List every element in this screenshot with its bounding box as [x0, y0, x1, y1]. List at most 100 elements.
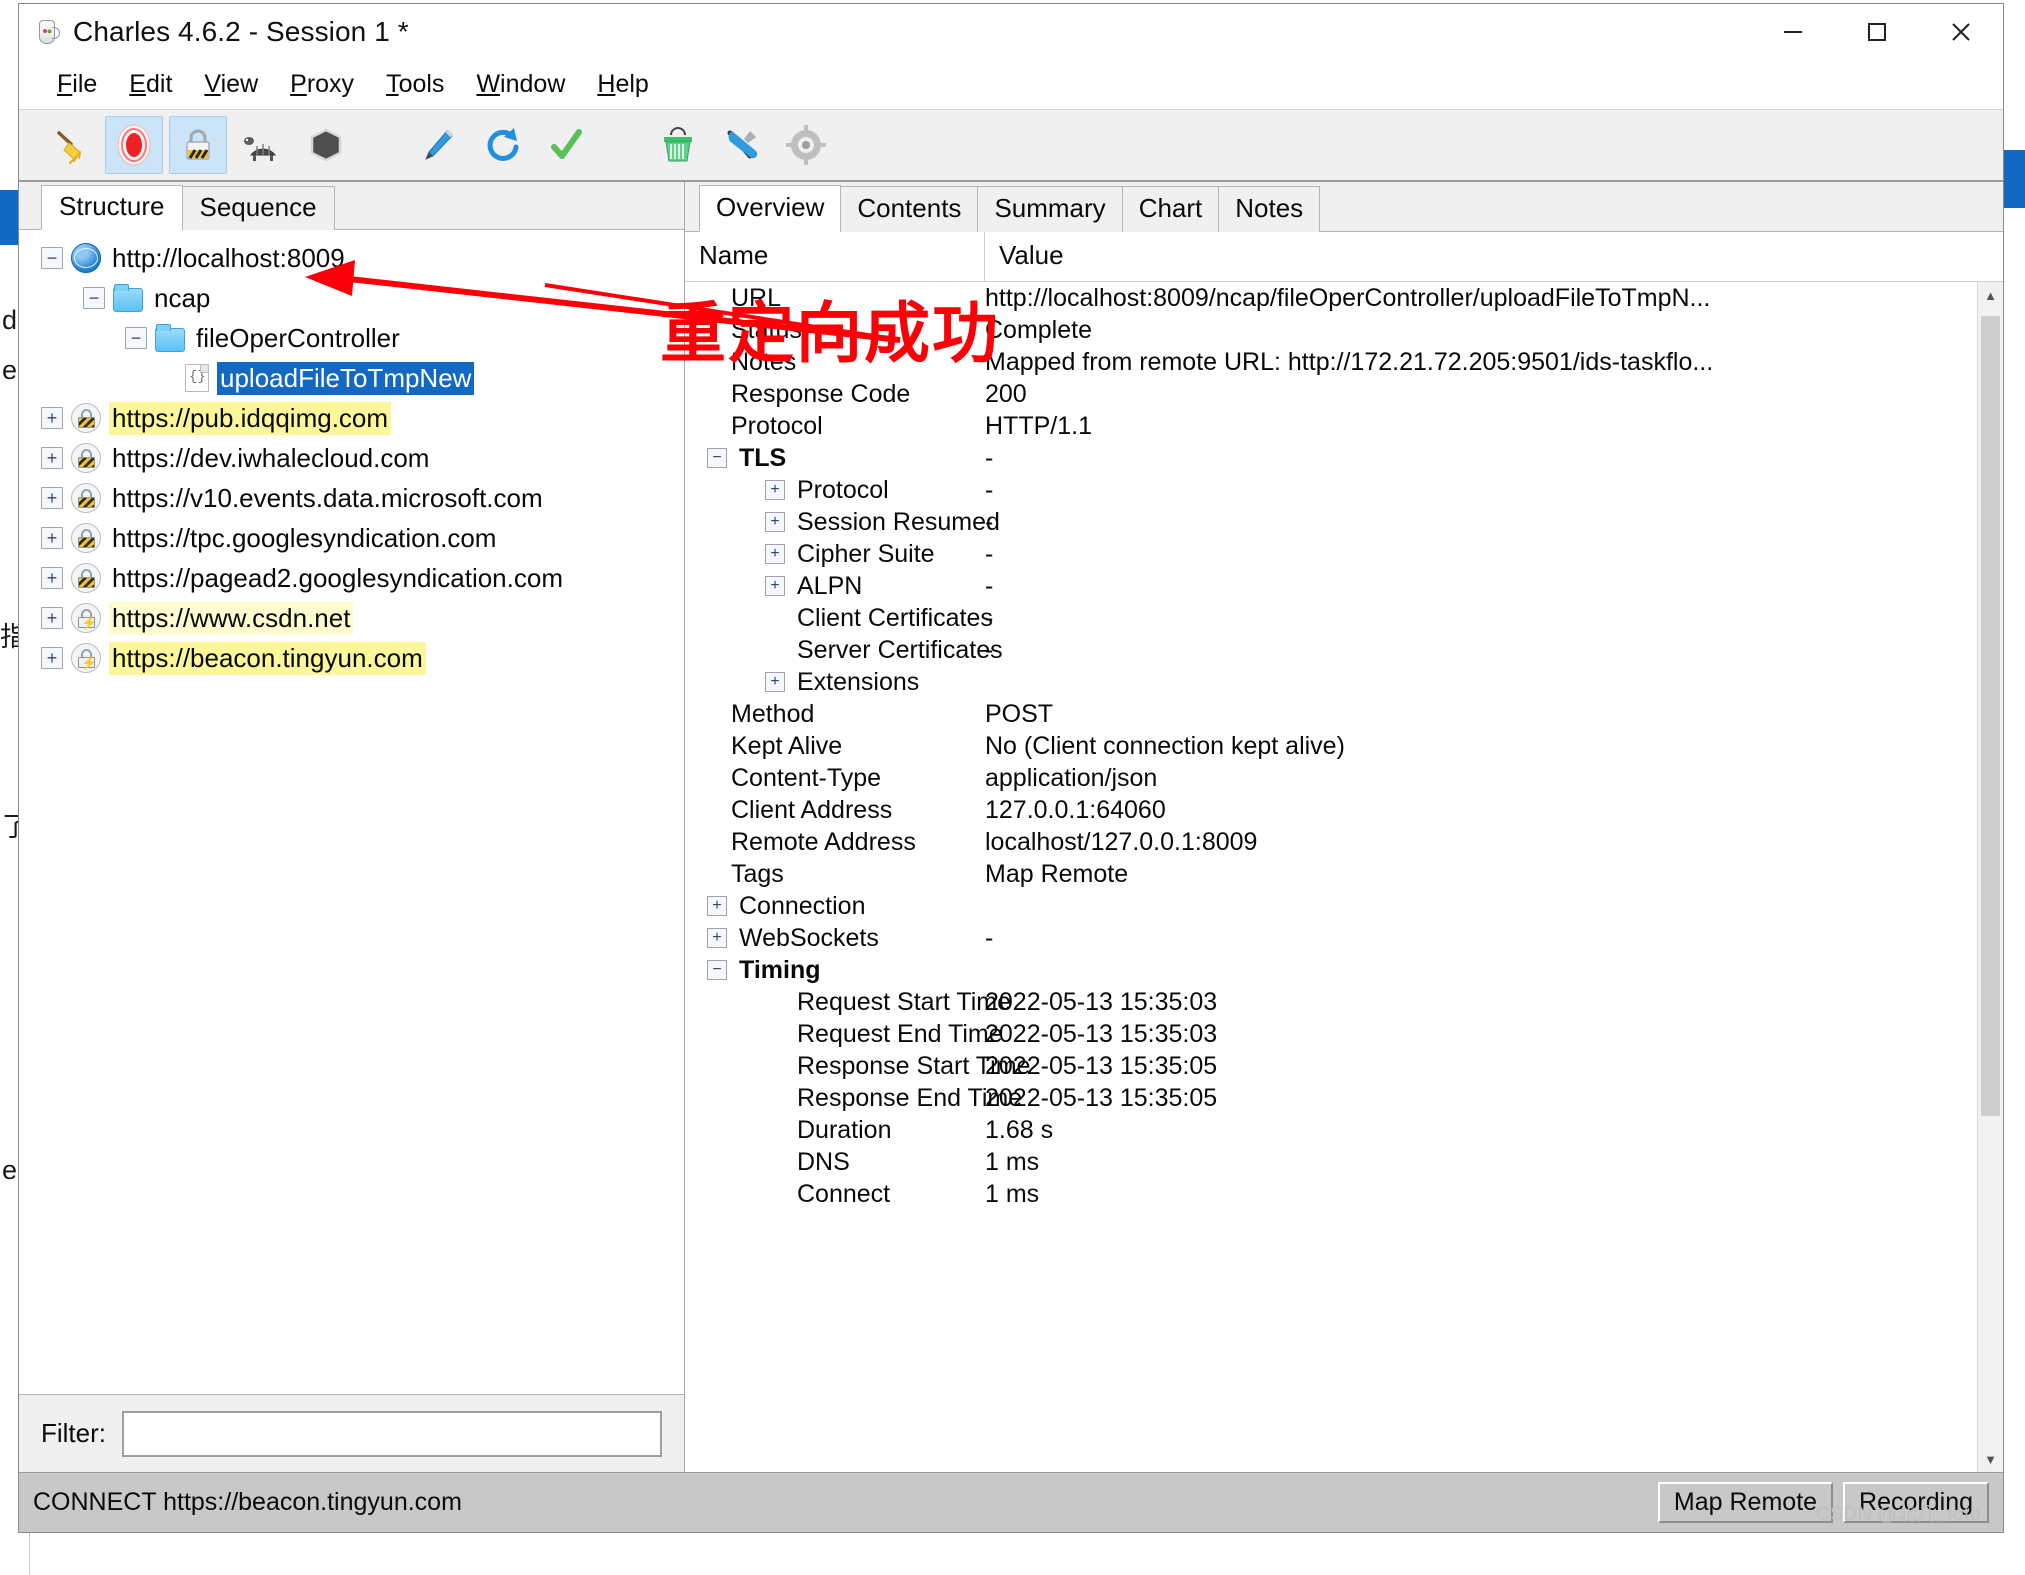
tree-node-fileopercontroller[interactable]: − fileOperController [19, 318, 684, 358]
trash-basket-icon[interactable] [649, 116, 707, 174]
table-row[interactable]: Remote Address localhost/127.0.0.1:8009 [685, 826, 2003, 858]
tree-toggle-collapse[interactable]: − [83, 287, 105, 309]
session-tree[interactable]: − http://localhost:8009 − ncap − fileOpe… [19, 230, 684, 1394]
menu-view[interactable]: View [188, 67, 274, 102]
row-toggle-expand[interactable]: + [765, 512, 785, 532]
row-toggle-expand[interactable]: + [765, 672, 785, 692]
table-row[interactable]: Server Certificates - [685, 634, 2003, 666]
table-row[interactable]: Response Start Time 2022-05-13 15:35:05 [685, 1050, 2003, 1082]
scrollbar-thumb[interactable] [1981, 316, 2000, 1116]
throttle-turtle-icon[interactable] [233, 116, 291, 174]
table-row[interactable]: + Session Resumed - [685, 506, 2003, 538]
tab-chart[interactable]: Chart [1121, 186, 1220, 232]
tab-structure[interactable]: Structure [41, 185, 183, 230]
table-row[interactable]: Kept Alive No (Client connection kept ali… [685, 730, 2003, 762]
compose-pen-icon[interactable] [409, 116, 467, 174]
row-toggle-expand[interactable]: + [765, 480, 785, 500]
table-row[interactable]: Response End Time 2022-05-13 15:35:05 [685, 1082, 2003, 1114]
tab-summary[interactable]: Summary [977, 186, 1123, 232]
window-controls [1751, 4, 2003, 60]
table-row[interactable]: DNS 1 ms [685, 1146, 2003, 1178]
table-row[interactable]: + Cipher Suite - [685, 538, 2003, 570]
scroll-up-arrow-icon[interactable]: ▲ [1978, 282, 2003, 308]
scroll-down-arrow-icon[interactable]: ▼ [1978, 1446, 2003, 1472]
row-name: TLS [739, 443, 787, 472]
tree-node-beacon-tingyun[interactable]: + https://beacon.tingyun.com [19, 638, 684, 678]
ssl-proxying-lock-icon[interactable] [169, 116, 227, 174]
tree-toggle-expand[interactable]: + [41, 407, 63, 429]
column-header-value[interactable]: Value [985, 232, 2003, 282]
breakpoints-hexagon-icon[interactable] [297, 116, 355, 174]
menu-edit[interactable]: Edit [113, 67, 188, 102]
tree-toggle-expand[interactable]: + [41, 647, 63, 669]
table-row[interactable]: Tags Map Remote [685, 858, 2003, 890]
menu-file[interactable]: File [41, 67, 113, 102]
row-toggle-expand[interactable]: + [765, 576, 785, 596]
tab-notes[interactable]: Notes [1218, 186, 1321, 232]
record-stop-icon[interactable] [105, 116, 163, 174]
tools-wrench-icon[interactable] [713, 116, 771, 174]
tree-toggle-expand[interactable]: + [41, 447, 63, 469]
row-toggle-expand[interactable]: + [765, 544, 785, 564]
table-row[interactable]: + ALPN - [685, 570, 2003, 602]
tab-sequence[interactable]: Sequence [181, 186, 335, 230]
row-toggle-collapse[interactable]: − [707, 960, 727, 980]
tree-toggle-expand[interactable]: + [41, 527, 63, 549]
table-row[interactable]: Client Certificates - [685, 602, 2003, 634]
menu-help[interactable]: Help [581, 67, 664, 102]
tree-toggle-collapse[interactable]: − [41, 247, 63, 269]
tree-toggle-expand[interactable]: + [41, 567, 63, 589]
table-row[interactable]: Request End Time 2022-05-13 15:35:03 [685, 1018, 2003, 1050]
table-row[interactable]: Duration 1.68 s [685, 1114, 2003, 1146]
table-row[interactable]: Content-Type application/json [685, 762, 2003, 794]
table-row[interactable]: Notes Mapped from remote URL: http://172.… [685, 346, 2003, 378]
tree-toggle-expand[interactable]: + [41, 607, 63, 629]
table-row[interactable]: Method POST [685, 698, 2003, 730]
table-row[interactable]: Response Code 200 [685, 378, 2003, 410]
tree-node-ncap[interactable]: − ncap [19, 278, 684, 318]
table-row[interactable]: Status Complete [685, 314, 2003, 346]
tab-overview[interactable]: Overview [699, 185, 842, 232]
broom-clear-icon[interactable] [41, 116, 99, 174]
tree-node-dev-iwhalecloud[interactable]: + https://dev.iwhalecloud.com [19, 438, 684, 478]
settings-gear-icon[interactable] [777, 116, 835, 174]
row-toggle-expand[interactable]: + [707, 896, 727, 916]
tab-contents[interactable]: Contents [840, 186, 979, 232]
column-header-name[interactable]: Name [685, 232, 985, 282]
tree-toggle-collapse[interactable]: − [125, 327, 147, 349]
table-row[interactable]: + Protocol - [685, 474, 2003, 506]
table-row[interactable]: Protocol HTTP/1.1 [685, 410, 2003, 442]
tree-node-v10-events-data-microsoft[interactable]: + https://v10.events.data.microsoft.com [19, 478, 684, 518]
table-row[interactable]: Request Start Time 2022-05-13 15:35:03 [685, 986, 2003, 1018]
minimize-icon[interactable] [1751, 4, 1835, 60]
tree-toggle-expand[interactable]: + [41, 487, 63, 509]
validate-check-icon[interactable] [537, 116, 595, 174]
table-row[interactable]: − TLS - [685, 442, 2003, 474]
repeat-refresh-icon[interactable] [473, 116, 531, 174]
menu-tools[interactable]: Tools [370, 67, 460, 102]
map-remote-button[interactable]: Map Remote [1657, 1482, 1834, 1523]
tree-node-localhost[interactable]: − http://localhost:8009 [19, 238, 684, 278]
table-row[interactable]: Client Address 127.0.0.1:64060 [685, 794, 2003, 826]
menu-window[interactable]: Window [460, 67, 581, 102]
table-row[interactable]: + Connection [685, 890, 2003, 922]
menu-proxy[interactable]: Proxy [274, 67, 370, 102]
tree-node-label: fileOperController [196, 322, 400, 353]
table-row[interactable]: + WebSockets - [685, 922, 2003, 954]
table-row[interactable]: + Extensions [685, 666, 2003, 698]
filter-input[interactable] [122, 1410, 662, 1457]
table-row[interactable]: − Timing [685, 954, 2003, 986]
detail-table-body[interactable]: URL http://localhost:8009/ncap/fileOperCo… [685, 282, 2003, 1472]
table-row[interactable]: Connect 1 ms [685, 1178, 2003, 1210]
tree-node-tpc-googlesyndication[interactable]: + https://tpc.googlesyndication.com [19, 518, 684, 558]
tree-node-www-csdn-net[interactable]: + https://www.csdn.net [19, 598, 684, 638]
tree-node-pagead2-googlesyndication[interactable]: + https://pagead2.googlesyndication.com [19, 558, 684, 598]
row-toggle-expand[interactable]: + [707, 928, 727, 948]
close-icon[interactable] [1919, 4, 2003, 60]
row-toggle-collapse[interactable]: − [707, 448, 727, 468]
tree-node-uploadfiletotmpnew[interactable]: uploadFileToTmpNew [19, 358, 684, 398]
tree-node-pub-idqqimg[interactable]: + https://pub.idqqimg.com [19, 398, 684, 438]
detail-scrollbar[interactable]: ▲ ▼ [1977, 282, 2003, 1472]
maximize-icon[interactable] [1835, 4, 1919, 60]
table-row[interactable]: URL http://localhost:8009/ncap/fileOperCo… [685, 282, 2003, 314]
